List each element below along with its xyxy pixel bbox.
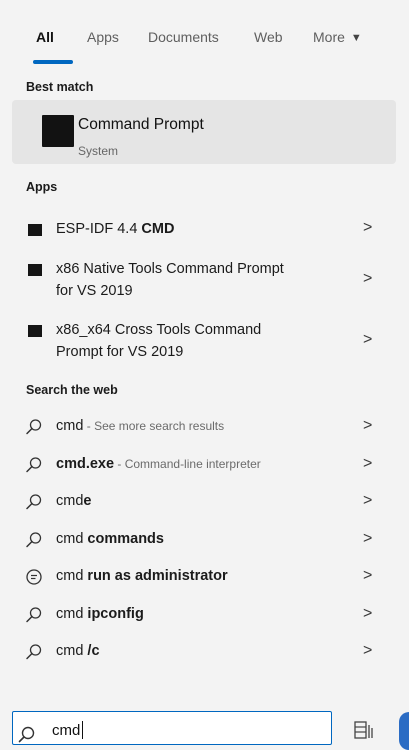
search-icon [26,644,42,660]
taskbar-app-icon[interactable] [399,712,409,750]
task-view-icon[interactable] [353,719,375,741]
web-result-label: cmd /c [56,643,100,659]
web-result-completion: e [83,493,92,509]
chevron-right-icon[interactable]: > [363,219,372,237]
search-icon [26,607,42,623]
chevron-right-icon[interactable]: > [363,417,372,435]
web-result-query: cmd [56,606,88,622]
web-result-label: cmd ipconfig [56,606,144,622]
web-result-query: cmd [56,568,88,584]
app-row-x86-x64-line1: x86_x64 Cross Tools Command [56,322,262,338]
caret-down-icon: ▼ [350,32,362,44]
chevron-right-icon[interactable]: > [363,270,372,288]
search-input[interactable] [52,719,322,741]
web-result-label: cmd.exe - Command-line interpreter [56,456,261,472]
best-match-subtitle: System [78,144,119,158]
chevron-right-icon[interactable]: > [363,455,372,473]
console-app-icon [28,224,42,236]
app-row-x86-x64-line2: Prompt for VS 2019 [56,344,184,360]
search-icon [26,419,42,435]
tab-more-label: More [313,29,345,45]
text-cursor [82,721,83,739]
console-app-icon [28,325,42,337]
search-icon [18,726,35,743]
web-result-hint: - Command-line interpreter [114,457,261,471]
web-result-completion: ipconfig [87,606,144,622]
web-result-query: cmd [56,643,88,659]
active-tab-indicator [33,60,73,64]
web-result-completion: run as administrator [87,568,228,584]
best-match-label: Best match [26,80,94,94]
web-result-label: cmd - See more search results [56,418,224,434]
search-icon [26,532,42,548]
tab-documents[interactable]: Documents [148,29,219,45]
console-app-icon [28,264,42,276]
web-result-completion: /c [87,643,100,659]
web-result-query: cmd [56,493,84,509]
chevron-right-icon[interactable]: > [363,331,372,349]
app-row-esp-idf-bold: CMD [141,221,175,237]
command-prompt-icon [42,115,74,147]
chevron-right-icon[interactable]: > [363,567,372,585]
chevron-right-icon[interactable]: > [363,605,372,623]
best-match-title: Command Prompt [78,116,204,133]
web-result-label: cmd run as administrator [56,568,228,584]
app-row-esp-idf-text: ESP-IDF 4.4 [56,221,142,237]
search-panel: All Apps Documents Web More ▼ Best match … [0,0,409,750]
web-result-label: cmde [56,493,91,509]
chevron-right-icon[interactable]: > [363,642,372,660]
tab-web[interactable]: Web [254,29,283,45]
web-result-hint: - See more search results [83,419,225,433]
web-result-completion: cmd.exe [56,456,115,472]
chevron-right-icon[interactable]: > [363,492,372,510]
web-result-query: cmd [56,531,88,547]
chat-bubble-icon [26,569,42,585]
search-tabs: All Apps Documents Web More ▼ [0,0,409,72]
search-web-label: Search the web [26,383,118,397]
search-icon [26,494,42,510]
chevron-right-icon[interactable]: > [363,530,372,548]
web-result-label: cmd commands [56,531,164,547]
tab-apps[interactable]: Apps [87,29,119,45]
search-icon [26,457,42,473]
apps-label: Apps [26,180,58,194]
tab-more[interactable]: More ▼ [313,29,362,45]
app-row-x86-native-line2: for VS 2019 [56,283,133,299]
app-row-x86-native-line1: x86 Native Tools Command Prompt [56,261,284,277]
web-result-query: cmd [56,418,84,434]
web-result-completion: commands [87,531,164,547]
tab-all[interactable]: All [36,29,54,45]
app-row-esp-idf-label: ESP-IDF 4.4 CMD [56,218,174,240]
